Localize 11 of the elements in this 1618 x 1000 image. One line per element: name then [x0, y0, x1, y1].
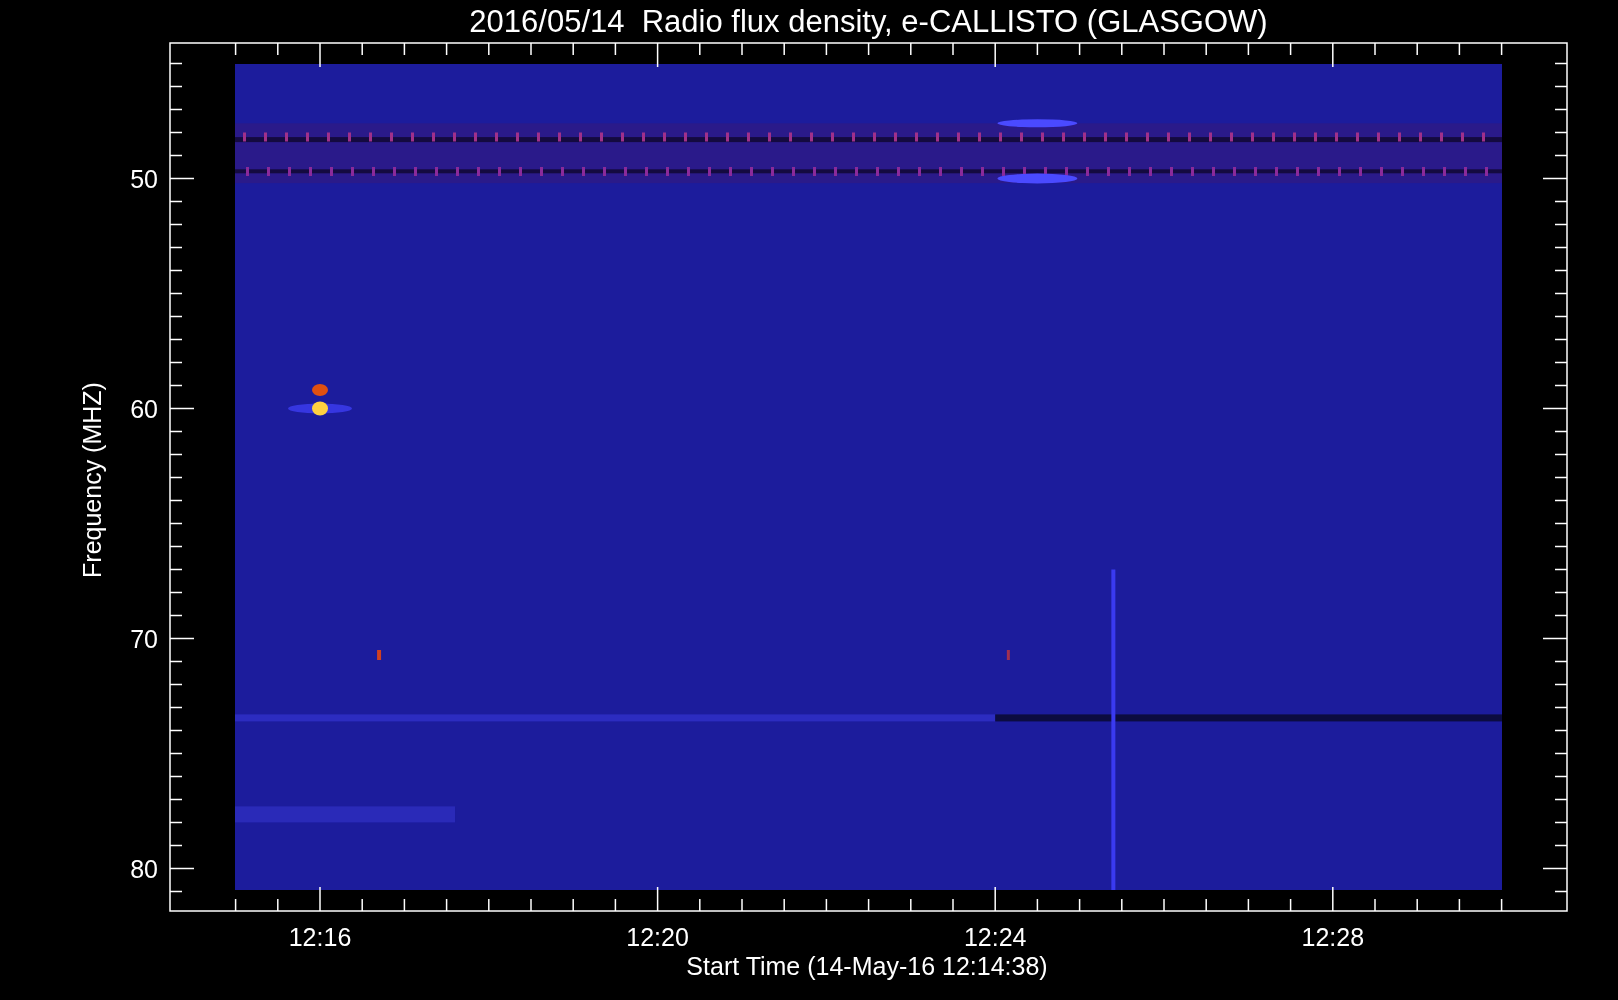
x-tick-label: 12:20	[626, 923, 689, 951]
x-tick-label: 12:16	[288, 923, 352, 951]
x-tick-label: 12:28	[1301, 923, 1365, 951]
y-axis-label: Frequency (MHZ)	[78, 382, 106, 578]
y-tick-label: 60	[130, 394, 158, 423]
y-tick-label: 50	[130, 164, 158, 193]
chart-title: 2016/05/14 Radio flux density, e-CALLISTO (GLASGOW)	[469, 4, 1268, 39]
x-axis-label: Start Time (14-May-16 12:14:38)	[686, 952, 1048, 980]
y-tick-label: 80	[130, 854, 158, 883]
x-tick-label: 12:24	[963, 923, 1027, 951]
y-tick-label: 70	[130, 624, 158, 653]
